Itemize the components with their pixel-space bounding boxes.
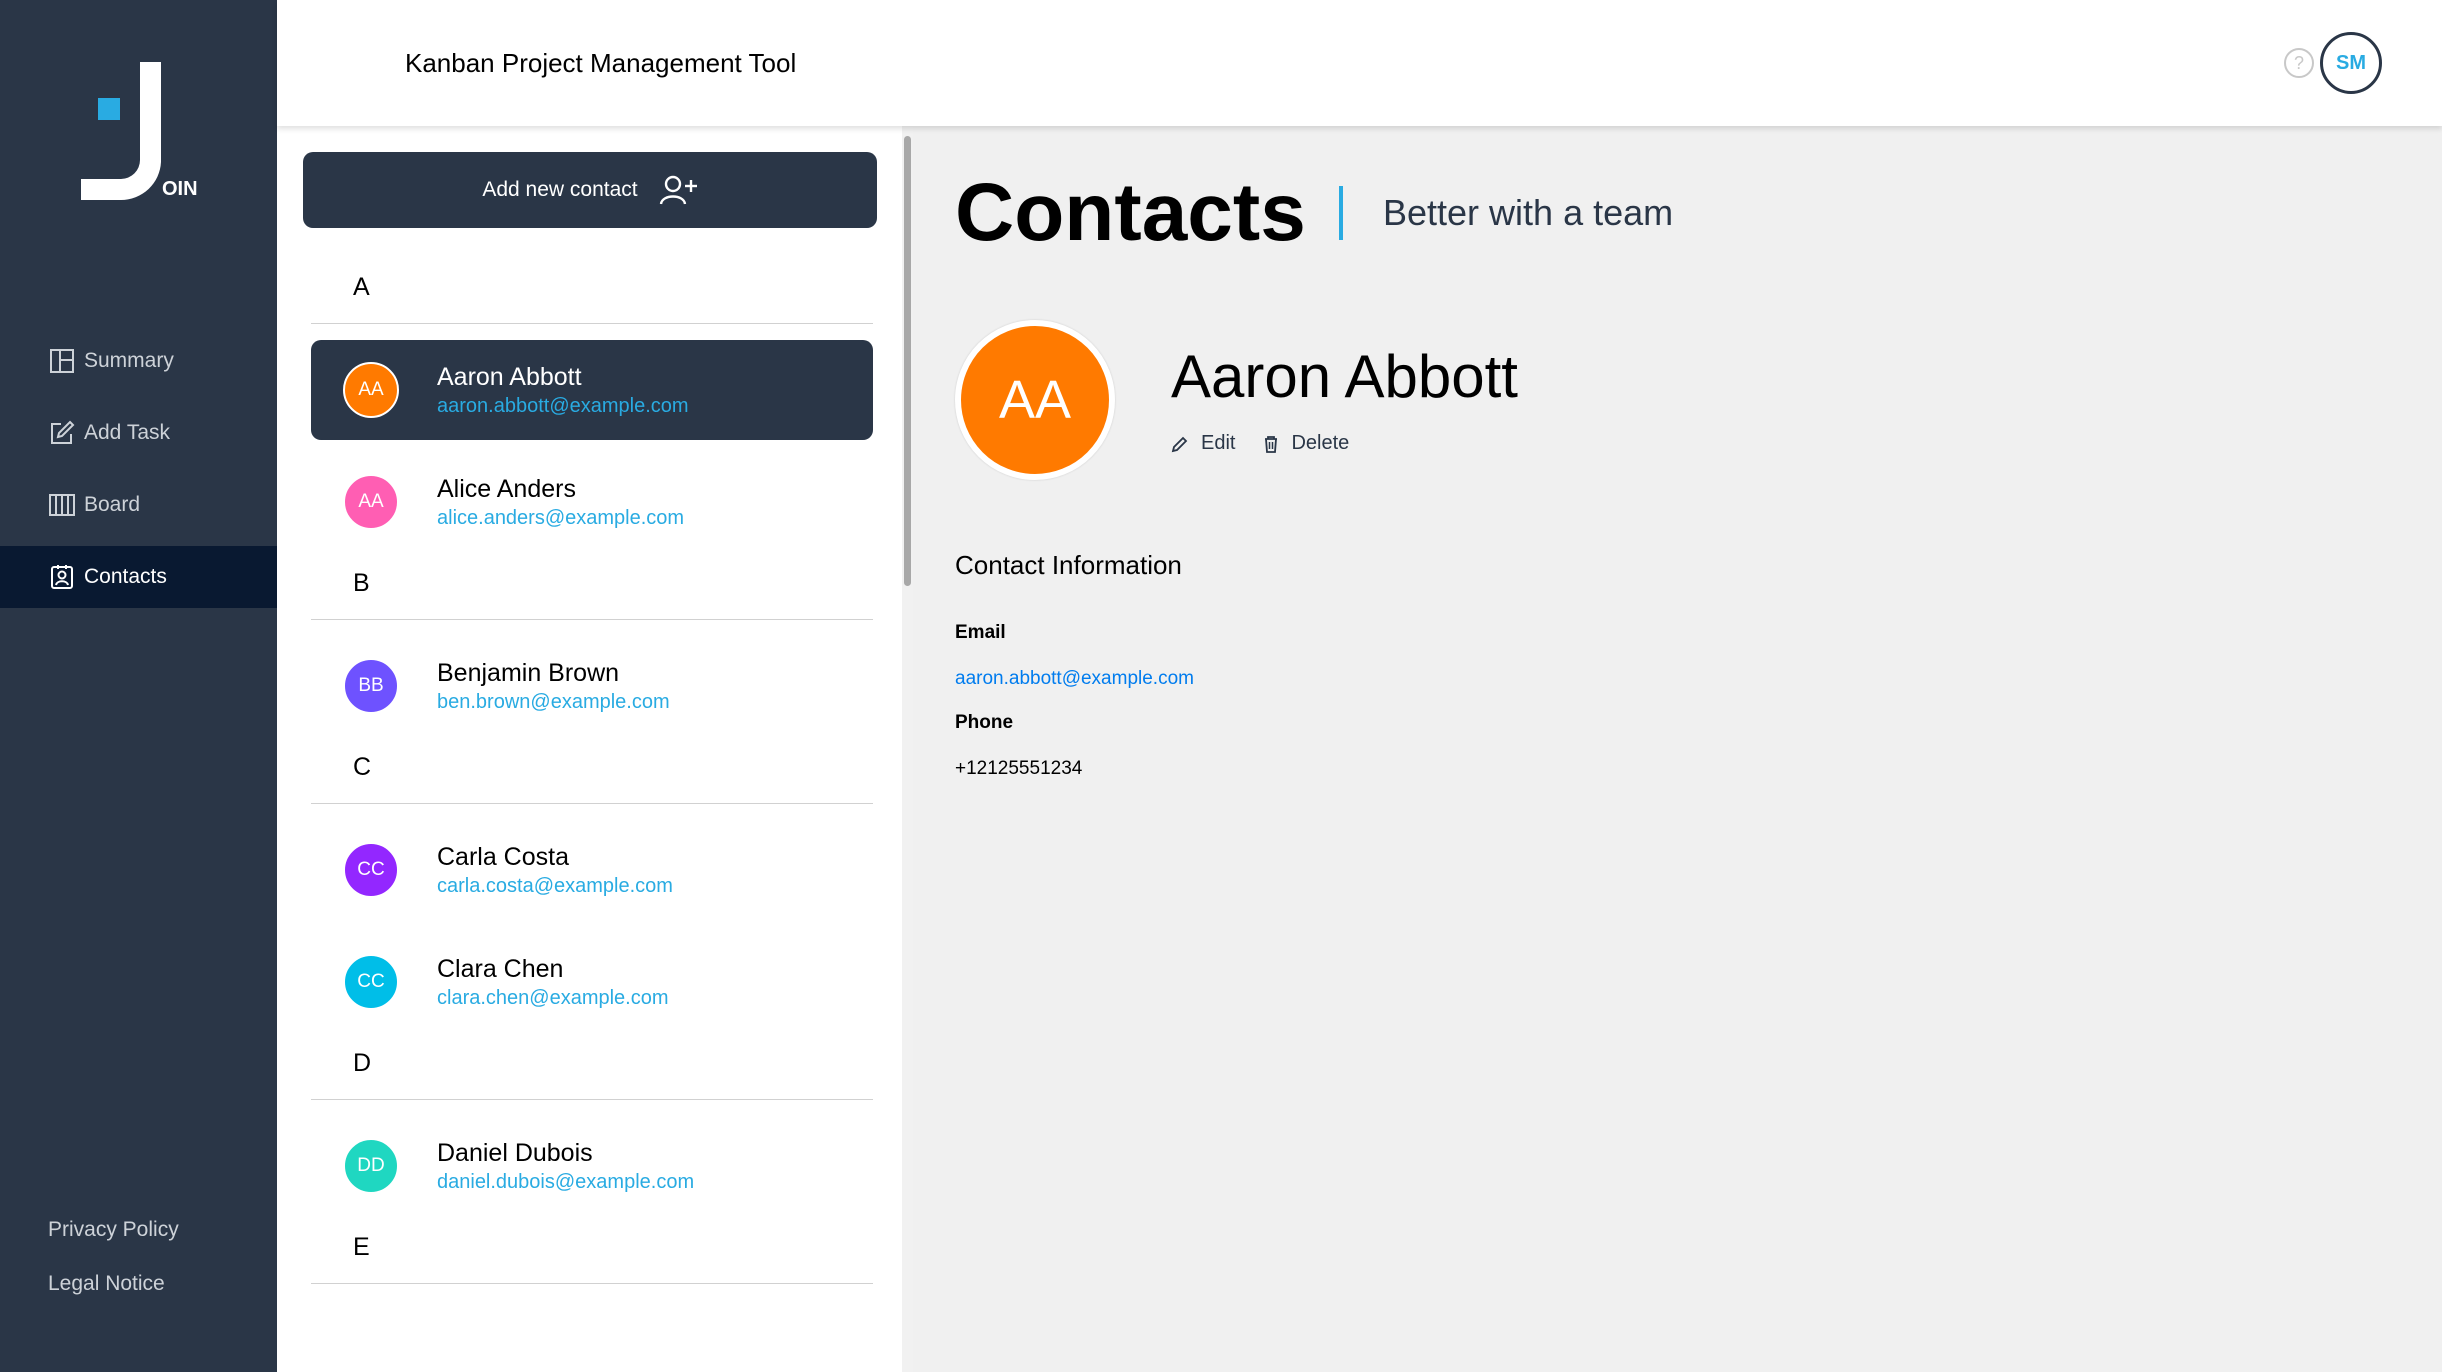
edit-square-icon	[51, 420, 75, 444]
edit-button[interactable]: Edit	[1171, 432, 1235, 455]
contact-list-item[interactable]: AA Aaron Abbott aaron.abbott@example.com	[311, 340, 873, 440]
add-new-contact-label: Add new contact	[482, 178, 638, 201]
contact-name: Carla Costa	[437, 842, 569, 871]
user-avatar[interactable]: SM	[2320, 32, 2382, 94]
contact-email: daniel.dubois@example.com	[437, 1170, 695, 1193]
contact-list: A AA Aaron Abbott aaron.abbott@example.com A…	[311, 268, 873, 1300]
contact-info-heading: Contact Information	[955, 550, 1182, 580]
sidebar-item-summary[interactable]: Summary	[0, 330, 277, 392]
contact-list-panel: Add new contact A AA Aaron Abbott aaron.abb…	[277, 126, 913, 1372]
letter-heading: B	[311, 564, 873, 620]
letter-heading: C	[311, 748, 873, 804]
contact-name: Benjamin Brown	[437, 658, 620, 687]
contact-list-scrollbar[interactable]	[902, 126, 913, 1372]
help-icon[interactable]: ?	[2284, 48, 2314, 78]
contact-name: Daniel Dubois	[437, 1138, 593, 1167]
contact-text: Alice Anders alice.anders@example.com	[437, 475, 684, 530]
letter-heading: A	[311, 268, 873, 324]
page-subtitle: Better with a team	[1383, 192, 1674, 233]
scrollbar-thumb[interactable]	[904, 136, 911, 586]
contact-email: ben.brown@example.com	[437, 690, 670, 713]
contact-list-item[interactable]: BB Benjamin Brown ben.brown@example.com	[311, 636, 873, 736]
contacts-icon	[51, 565, 73, 589]
contact-avatar: AA	[343, 474, 399, 530]
legal-links: Privacy Policy Legal Notice	[48, 1218, 179, 1326]
sidebar-item-label: Summary	[84, 349, 174, 372]
contact-email: carla.costa@example.com	[437, 874, 673, 897]
contact-text: Aaron Abbott aaron.abbott@example.com	[437, 363, 689, 418]
contact-avatar: DD	[343, 1138, 399, 1194]
sidebar-item-label: Add Task	[84, 421, 170, 444]
contact-avatar: CC	[343, 954, 399, 1010]
join-logo[interactable]: OIN	[78, 62, 208, 202]
letter-heading: E	[311, 1228, 873, 1284]
contact-name: Aaron Abbott	[1171, 343, 1518, 410]
privacy-policy-link[interactable]: Privacy Policy	[48, 1218, 179, 1242]
contact-text: Daniel Dubois daniel.dubois@example.com	[437, 1139, 694, 1194]
contact-text: Clara Chen clara.chen@example.com	[437, 955, 669, 1010]
sidebar-item-label: Contacts	[84, 565, 167, 588]
contact-text: Carla Costa carla.costa@example.com	[437, 843, 673, 898]
contact-actions: Edit Delete	[1171, 432, 1377, 455]
contact-avatar-large: AA	[955, 320, 1115, 480]
pencil-icon	[1171, 436, 1188, 452]
person-add-icon	[659, 175, 697, 205]
contact-avatar: AA	[343, 362, 399, 418]
contact-list-item[interactable]: CC Carla Costa carla.costa@example.com	[311, 820, 873, 920]
summary-icon	[50, 349, 74, 373]
sidebar-item-contacts[interactable]: Contacts	[0, 546, 277, 608]
sidebar-item-board[interactable]: Board	[0, 474, 277, 536]
sidebar-item-label: Board	[84, 493, 141, 516]
sidebar-item-add-task[interactable]: Add Task	[0, 402, 277, 464]
contact-email: alice.anders@example.com	[437, 506, 685, 529]
contact-name: Alice Anders	[437, 474, 576, 503]
page-title: Contacts	[955, 167, 1306, 258]
contact-list-item[interactable]: CC Clara Chen clara.chen@example.com	[311, 932, 873, 1032]
phone-label: Phone	[955, 712, 1014, 733]
email-value[interactable]: aaron.abbott@example.com	[955, 668, 1194, 690]
title-divider	[1339, 186, 1343, 240]
contact-avatar: BB	[343, 658, 399, 714]
contact-name: Clara Chen	[437, 954, 564, 983]
delete-button[interactable]: Delete	[1263, 432, 1349, 455]
sidebar: OIN Summary Add Task Board Contacts Priv…	[0, 0, 277, 1372]
contact-text: Benjamin Brown ben.brown@example.com	[437, 659, 670, 714]
letter-heading: D	[311, 1044, 873, 1100]
contact-email: clara.chen@example.com	[437, 986, 669, 1009]
delete-label: Delete	[1291, 432, 1350, 454]
contact-name: Aaron Abbott	[437, 362, 582, 391]
phone-value: +12125551234	[955, 758, 1083, 779]
top-header: Kanban Project Management Tool ? SM	[277, 0, 2442, 126]
trash-icon	[1265, 435, 1278, 453]
app-title: Kanban Project Management Tool	[405, 48, 797, 78]
legal-notice-link[interactable]: Legal Notice	[48, 1272, 179, 1296]
contact-email: aaron.abbott@example.com	[437, 394, 689, 417]
contact-list-item[interactable]: DD Daniel Dubois daniel.dubois@example.com	[311, 1116, 873, 1216]
logo-letters: OIN	[162, 178, 198, 200]
contact-detail: Contacts Better with a team AA Aaron Abb…	[913, 126, 2442, 1372]
add-new-contact-button[interactable]: Add new contact	[303, 152, 877, 228]
board-icon	[49, 494, 75, 516]
contact-avatar: CC	[343, 842, 399, 898]
sidebar-nav: Summary Add Task Board Contacts	[0, 330, 277, 618]
email-label: Email	[955, 622, 1006, 643]
contact-list-item[interactable]: AA Alice Anders alice.anders@example.com	[311, 452, 873, 552]
edit-label: Edit	[1201, 432, 1236, 454]
